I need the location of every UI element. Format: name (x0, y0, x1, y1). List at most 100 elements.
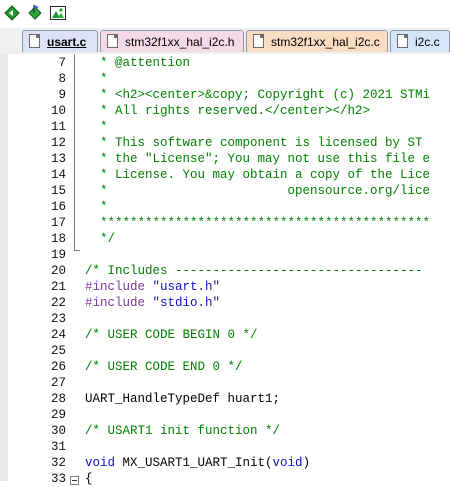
code-token: #include (85, 280, 153, 294)
line-number: 7 (58, 56, 66, 70)
code-line: 18 */ (0, 231, 450, 247)
code-token: /* USER CODE END 0 */ (85, 360, 243, 374)
line-number: 8 (58, 72, 66, 86)
code-line: 25 (0, 343, 450, 359)
line-number: 16 (50, 200, 66, 214)
green-diamond-arrow-icon[interactable] (3, 4, 21, 22)
line-number: 15 (50, 184, 66, 198)
line-number: 23 (50, 312, 66, 326)
line-number: 33 (50, 472, 66, 486)
code-token: * All rights reserved.</center></h2> (85, 104, 371, 118)
code-line: 31 (0, 439, 450, 455)
code-line: 13 * the "License"; You may not use this… (0, 151, 450, 167)
line-number: 31 (50, 440, 66, 454)
tab-label: usart.c (47, 35, 87, 49)
line-number: 22 (50, 296, 66, 310)
code-token: * <h2><center>&copy; Copyright (c) 2021 … (85, 88, 431, 102)
code-text: #include "usart.h" (85, 279, 220, 295)
line-number: 30 (50, 424, 66, 438)
file-icon (107, 34, 118, 48)
line-number: 14 (50, 168, 66, 182)
code-token: ****************************************… (85, 216, 431, 230)
code-text: * the "License"; You may not use this fi… (85, 151, 430, 167)
line-number: 9 (58, 88, 66, 102)
code-line: 22 #include "stdio.h" (0, 295, 450, 311)
code-text: /* Includes ----------------------------… (85, 263, 423, 279)
code-line: 14 * License. You may obtain a copy of t… (0, 167, 450, 183)
tab-label: stm32f1xx_hal_i2c.h (125, 35, 235, 49)
file-icon (29, 34, 40, 48)
code-text: #include "stdio.h" (85, 295, 220, 311)
line-number: 26 (50, 360, 66, 374)
code-line: 28 UART_HandleTypeDef huart1; (0, 391, 450, 407)
code-token: MX_USART1_UART_Init( (115, 456, 273, 470)
tab-usart-c[interactable]: usart.c (22, 30, 98, 52)
line-number: 29 (50, 408, 66, 422)
code-line: 33 { (0, 471, 450, 487)
code-line: 11 * (0, 119, 450, 135)
code-line: 23 (0, 311, 450, 327)
code-text: /* USART1 init function */ (85, 423, 280, 439)
tab-i2c-c[interactable]: i2c.c (390, 30, 450, 52)
code-token: * opensource.org/lice (85, 184, 431, 198)
code-token: */ (85, 232, 116, 246)
code-text: * (85, 199, 108, 215)
code-text: UART_HandleTypeDef huart1; (85, 391, 280, 407)
green-landscape-icon[interactable] (49, 4, 67, 22)
file-icon (253, 34, 264, 48)
code-line: 21 #include "usart.h" (0, 279, 450, 295)
code-text: * (85, 119, 108, 135)
code-line: 26 /* USER CODE END 0 */ (0, 359, 450, 375)
code-token: void (272, 456, 303, 470)
code-text: * All rights reserved.</center></h2> (85, 103, 370, 119)
tab-stm32f1xx-hal-i2c-c[interactable]: stm32f1xx_hal_i2c.c (246, 30, 388, 52)
green-diamond-flag-icon[interactable] (26, 4, 44, 22)
code-text: * @attention (85, 55, 190, 71)
code-line: 30 /* USART1 init function */ (0, 423, 450, 439)
code-line: 12 * This software component is licensed… (0, 135, 450, 151)
code-token: ) (302, 456, 311, 470)
code-line: 17 *************************************… (0, 215, 450, 231)
line-number: 19 (50, 248, 66, 262)
code-token: * License. You may obtain a copy of the … (85, 168, 431, 182)
code-text: /* USER CODE END 0 */ (85, 359, 243, 375)
code-line: 10 * All rights reserved.</center></h2> (0, 103, 450, 119)
code-text: */ (85, 231, 115, 247)
toolbar (0, 0, 450, 28)
code-line: 9 * <h2><center>&copy; Copyright (c) 202… (0, 87, 450, 103)
code-text: * opensource.org/lice (85, 183, 430, 199)
code-editor[interactable]: 7 * @attention 8 * 9 * <h2><center>&copy; … (0, 54, 450, 486)
code-token: "usart.h" (152, 280, 221, 294)
line-number: 21 (50, 280, 66, 294)
line-number: 20 (50, 264, 66, 278)
line-number: 12 (50, 136, 66, 150)
line-number: 32 (50, 456, 66, 470)
tab-stm32f1xx-hal-i2c-h[interactable]: stm32f1xx_hal_i2c.h (100, 30, 244, 52)
code-line: 15 * opensource.org/lice (0, 183, 450, 199)
code-text: * This software component is licensed by… (85, 135, 430, 151)
line-number: 25 (50, 344, 66, 358)
code-line: 29 (0, 407, 450, 423)
tab-label: stm32f1xx_hal_i2c.c (271, 35, 380, 49)
tab-bar: usart.c stm32f1xx_hal_i2c.h stm32f1xx_ha… (0, 28, 450, 55)
tab-label: i2c.c (415, 35, 440, 49)
code-line: 27 (0, 375, 450, 391)
code-token: { (85, 472, 93, 486)
code-text: { (85, 471, 93, 487)
code-token: /* Includes ----------------------------… (85, 264, 423, 278)
line-number: 27 (50, 376, 66, 390)
file-icon (397, 34, 408, 48)
line-number: 28 (50, 392, 66, 406)
code-token: * (85, 200, 108, 214)
code-text: ****************************************… (85, 215, 430, 231)
code-line: 7 * @attention (0, 55, 450, 71)
code-line: 20 /* Includes --------------------------… (0, 263, 450, 279)
code-token: /* USART1 init function */ (85, 424, 281, 438)
line-number: 11 (50, 120, 66, 134)
code-text: * License. You may obtain a copy of the … (85, 167, 430, 183)
code-token: * (85, 120, 108, 134)
line-number: 18 (50, 232, 66, 246)
code-token: #include (85, 296, 153, 310)
code-token: /* USER CODE BEGIN 0 */ (85, 328, 258, 342)
code-token: * This software component is licensed by… (85, 136, 431, 150)
